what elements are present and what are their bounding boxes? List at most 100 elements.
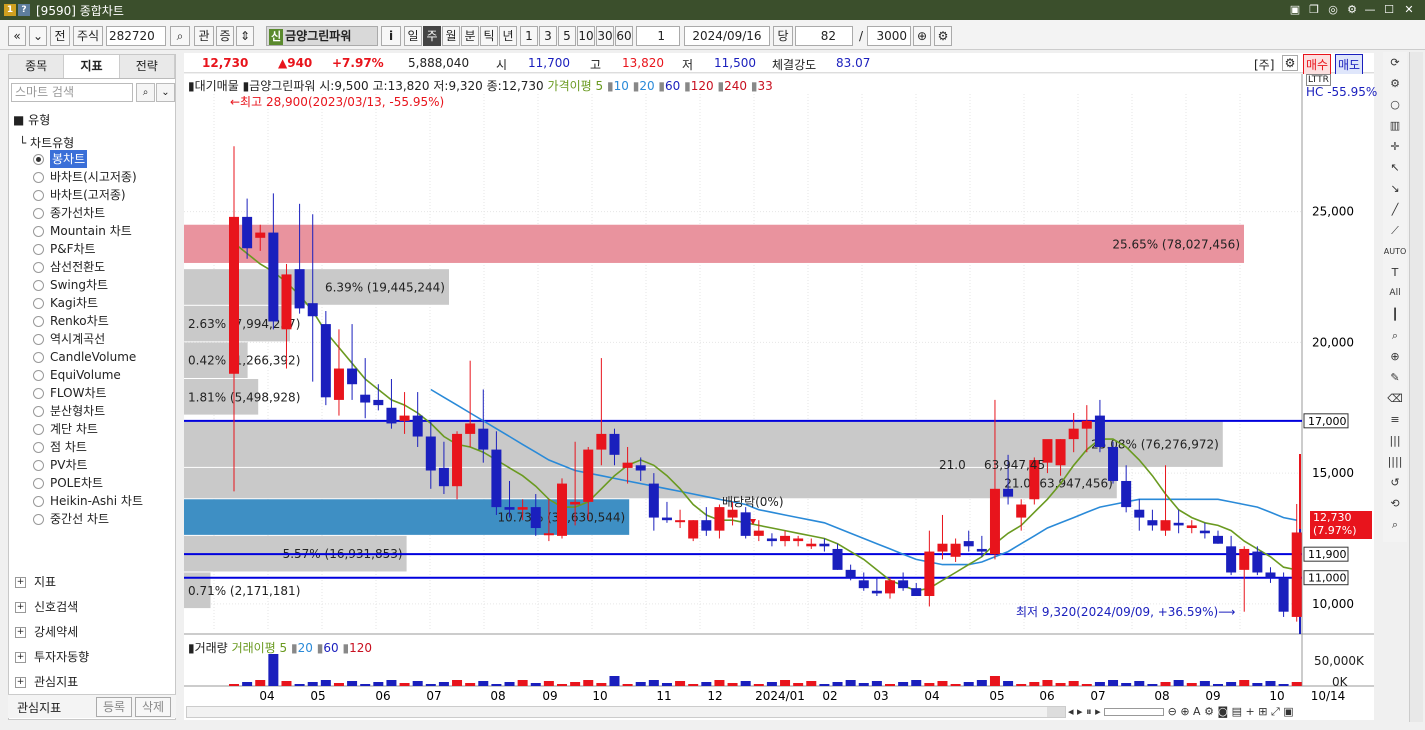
camera-icon[interactable]: ◙	[1217, 705, 1228, 718]
period-minute-button[interactable]: 분	[461, 26, 479, 46]
count-input[interactable]: 82	[795, 26, 853, 46]
radio-icon[interactable]	[33, 477, 44, 489]
nav-prev-button[interactable]: «	[8, 26, 26, 46]
gear-icon[interactable]: ⚙	[1204, 705, 1214, 718]
chart-type-item[interactable]: EquiVolume	[33, 366, 143, 384]
radio-icon[interactable]	[33, 153, 44, 165]
radio-icon[interactable]	[33, 189, 44, 201]
chart-type-item[interactable]: 중간선 차트	[33, 510, 143, 528]
total-input[interactable]: 3000	[867, 26, 911, 46]
chart-type-item[interactable]: 바차트(고저종)	[33, 186, 143, 204]
margin-button[interactable]: 증	[216, 26, 234, 46]
help-icon[interactable]: ?	[18, 4, 30, 16]
scroll-left-icon[interactable]: ◂	[1068, 705, 1074, 718]
radio-icon[interactable]	[33, 243, 44, 255]
fib-icon[interactable]: ≡	[1383, 409, 1407, 430]
expand-icon[interactable]: +	[15, 677, 26, 688]
chart-type-item[interactable]: 봉차트	[33, 150, 143, 168]
chart-type-item[interactable]: 삼선전환도	[33, 258, 143, 276]
spin-icon[interactable]: ⇕	[236, 26, 254, 46]
ruler-icon[interactable]: ⟋	[1383, 220, 1407, 241]
folder-item[interactable]: + 투자자동향	[15, 645, 89, 670]
grid-icon[interactable]: ⊞	[1258, 705, 1267, 718]
chart-type-item[interactable]: 바차트(시고저종)	[33, 168, 143, 186]
auto-icon[interactable]: AUTO	[1383, 241, 1407, 262]
chart-type-item[interactable]: 점 차트	[33, 438, 143, 456]
radio-icon[interactable]	[33, 279, 44, 291]
chart-type-item[interactable]: PV차트	[33, 456, 143, 474]
chart-type-item[interactable]: FLOW차트	[33, 384, 143, 402]
gear-icon[interactable]: ⚙	[1383, 73, 1407, 94]
chart-type-item[interactable]: 계단 차트	[33, 420, 143, 438]
period-year-button[interactable]: 년	[499, 26, 517, 46]
radio-icon[interactable]	[33, 171, 44, 183]
delete-button[interactable]: 삭제	[135, 697, 171, 717]
tab-indicator[interactable]: 지표	[64, 55, 120, 78]
tab-strategy[interactable]: 전략	[119, 55, 175, 78]
settings-icon[interactable]: ⚙	[1344, 2, 1360, 18]
today-button[interactable]: 당	[773, 26, 793, 46]
radio-icon[interactable]	[33, 441, 44, 453]
horizontal-scrollbar[interactable]	[186, 706, 1066, 718]
text-icon[interactable]: A	[1193, 705, 1201, 718]
radio-icon[interactable]	[33, 369, 44, 381]
radio-icon[interactable]	[33, 225, 44, 237]
pause-icon[interactable]: ⏸	[1086, 705, 1092, 718]
folder-item[interactable]: + 지표	[15, 570, 89, 595]
candle-icon[interactable]: ┃	[1383, 304, 1407, 325]
add-icon[interactable]: +	[1246, 705, 1255, 718]
price-chart[interactable]: 25.65% (78,027,456)6.39% (19,445,244)2.6…	[184, 74, 1374, 720]
folder-item[interactable]: + 신호검색	[15, 595, 89, 620]
radio-icon[interactable]	[33, 297, 44, 309]
sell-button[interactable]: 매도	[1335, 54, 1364, 75]
folder-item[interactable]: + 강세약세	[15, 620, 89, 645]
chart-type-item[interactable]: Renko차트	[33, 312, 143, 330]
radio-icon[interactable]	[33, 459, 44, 471]
folder-item[interactable]: + 관심지표	[15, 670, 89, 695]
period-tick-button[interactable]: 틱	[480, 26, 498, 46]
minute-5-button[interactable]: 5	[558, 26, 576, 46]
eraser-icon[interactable]: ⌫	[1383, 388, 1407, 409]
chart-type-item[interactable]: 분산형차트	[33, 402, 143, 420]
crosshair-icon[interactable]: ✛	[1383, 136, 1407, 157]
nav-down-button[interactable]: ⌄	[29, 26, 47, 46]
search-icon[interactable]: ⌕	[136, 83, 155, 102]
search-icon[interactable]: ⌕	[170, 26, 190, 46]
brush-icon[interactable]: ✎	[1383, 367, 1407, 388]
chart-type-item[interactable]: P&F차트	[33, 240, 143, 258]
magnifier-icon[interactable]: ⌕	[1383, 325, 1407, 346]
scroll-thumb[interactable]	[1047, 707, 1065, 717]
line-tool-icon[interactable]: ↘	[1383, 178, 1407, 199]
chart-type-item[interactable]: Heikin-Ashi 차트	[33, 492, 143, 510]
chevron-down-icon[interactable]: ⌄	[156, 83, 175, 102]
prev-stock-button[interactable]: 전	[50, 26, 70, 46]
minute-1-button[interactable]: 1	[520, 26, 538, 46]
expand-icon[interactable]: +	[15, 652, 26, 663]
maximize-icon[interactable]: ☐	[1381, 2, 1397, 18]
radio-icon[interactable]	[33, 261, 44, 273]
vertical-lines-2-icon[interactable]: ||||	[1383, 451, 1407, 472]
chart-type-item[interactable]: POLE차트	[33, 474, 143, 492]
chart-type-item[interactable]: Swing차트	[33, 276, 143, 294]
radio-icon[interactable]	[33, 315, 44, 327]
smart-search-input[interactable]: 스마트 검색	[11, 83, 133, 102]
gear-icon[interactable]: ⚙	[1282, 55, 1298, 71]
tab-stock[interactable]: 종목	[9, 55, 65, 78]
info-button[interactable]: i	[381, 26, 401, 46]
bar-chart-icon[interactable]: ▥	[1383, 115, 1407, 136]
pointer-icon[interactable]: ↖	[1383, 157, 1407, 178]
watch-button[interactable]: 관	[194, 26, 214, 46]
search-tool-icon[interactable]: ⌕	[1383, 514, 1407, 535]
circle-icon[interactable]: ○	[1383, 94, 1407, 115]
buy-button[interactable]: 매수	[1303, 54, 1332, 75]
minimize-icon[interactable]: —	[1362, 2, 1378, 18]
chart-type-item[interactable]: CandleVolume	[33, 348, 143, 366]
tree-head[interactable]: ■ 유형	[13, 111, 50, 128]
vertical-lines-icon[interactable]: |||	[1383, 430, 1407, 451]
scroll-right-icon[interactable]: ▸	[1077, 705, 1083, 718]
period-month-button[interactable]: 월	[442, 26, 460, 46]
radio-icon[interactable]	[33, 207, 44, 219]
zoom-slider[interactable]	[1104, 708, 1165, 716]
stock-name-field[interactable]: 신 금양그린파워	[266, 26, 378, 46]
chart-type-item[interactable]: Mountain 차트	[33, 222, 143, 240]
